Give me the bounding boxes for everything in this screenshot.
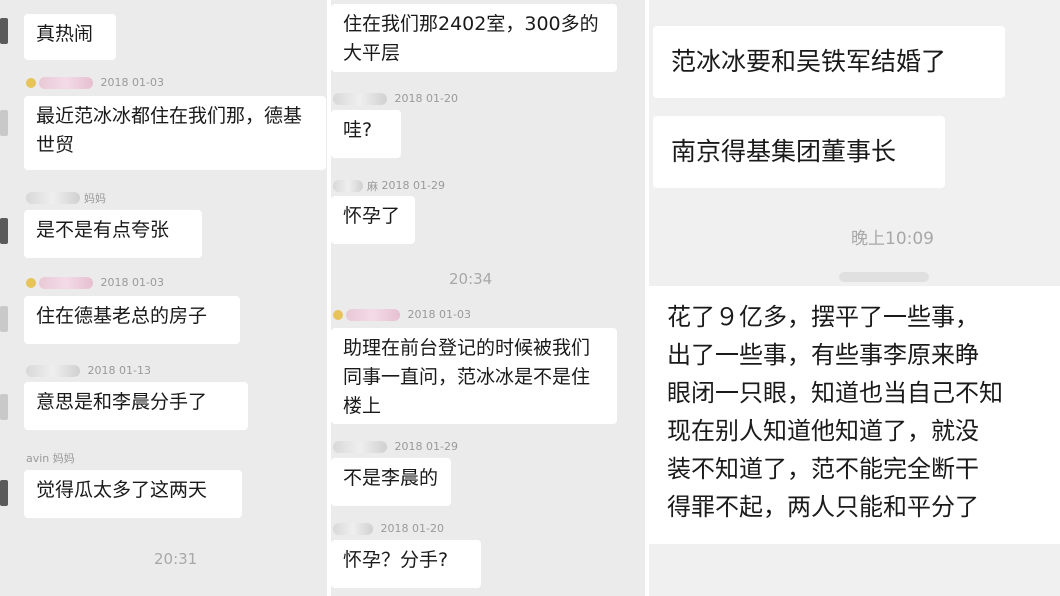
message-text: 住在德基老总的房子 <box>36 305 208 327</box>
sender-meta: 2018 01-03 <box>26 276 164 289</box>
message-text: 南京得基集团董事长 <box>671 137 897 166</box>
chat-panel-right: 范冰冰要和吴铁军结婚了 南京得基集团董事长 晚上10:09 花了９亿多，摆平了一… <box>649 0 1060 596</box>
message-bubble: 是不是有点夸张 <box>24 210 202 258</box>
avatar[interactable] <box>0 306 8 332</box>
message-date: 2018 <box>380 522 409 535</box>
message-date: 2018 <box>100 76 129 89</box>
sender-meta: 妈妈 <box>26 190 106 206</box>
message-date: 01-03 <box>132 276 164 289</box>
message-date: 2018 <box>394 92 423 105</box>
message-bubble: 不是李晨的 <box>331 458 451 506</box>
sender-name: avin 妈妈 <box>26 452 75 465</box>
chat-panel-middle: 住在我们那2402室，300多的大平层 2018 01-20 哇? 麻 2018… <box>331 0 645 596</box>
message-text: 觉得瓜太多了这两天 <box>36 479 208 501</box>
blurred-name <box>26 365 80 377</box>
blurred-name <box>333 523 373 535</box>
avatar[interactable] <box>0 18 8 44</box>
message-date: 2018 <box>381 179 410 192</box>
message-date: 2018 <box>394 440 423 453</box>
message-date: 01-20 <box>412 522 444 535</box>
crown-icon <box>333 310 343 320</box>
sender-meta: 2018 01-20 <box>333 522 444 535</box>
sender-meta: 2018 01-20 <box>333 92 458 105</box>
long-text-message: 花了９亿多，摆平了一些事， 出了一些事，有些事李原来睁 眼闭一只眼，知道也当自己… <box>649 286 1060 544</box>
message-text: 范冰冰要和吴铁军结婚了 <box>671 47 947 76</box>
message-bubble: 怀孕了 <box>331 196 415 244</box>
avatar[interactable] <box>0 480 8 506</box>
text-line: 装不知道了，范不能完全断干 <box>667 455 979 483</box>
sender-meta: 2018 01-29 <box>333 440 458 453</box>
message-text: 是不是有点夸张 <box>36 219 170 241</box>
text-line: 得罪不起，两人只能和平分了 <box>667 493 979 521</box>
sender-meta: 2018 01-03 <box>26 76 164 89</box>
message-date: 01-29 <box>413 179 445 192</box>
text-line: 花了９亿多，摆平了一些事， <box>667 303 979 331</box>
message-bubble: 意思是和李晨分手了 <box>24 382 248 430</box>
message-date: 01-29 <box>426 440 458 453</box>
message-bubble: 住在德基老总的房子 <box>24 296 240 344</box>
message-date: 2018 <box>100 276 129 289</box>
message-text: 真热闹 <box>36 23 94 45</box>
message-text: 不是李晨的 <box>343 467 439 489</box>
message-bubble: 助理在前台登记的时候被我们同事一直问，范冰冰是不是住楼上 <box>331 328 617 424</box>
message-text: 助理在前台登记的时候被我们同事一直问，范冰冰是不是住楼上 <box>343 337 591 417</box>
message-date: 2018 <box>87 364 116 377</box>
sender-meta: avin 妈妈 <box>26 450 75 466</box>
chat-timestamp: 晚上10:09 <box>851 229 934 249</box>
message-bubble: 觉得瓜太多了这两天 <box>24 470 242 518</box>
blurred-name <box>39 277 93 289</box>
blurred-name <box>333 180 363 192</box>
chat-panel-left: 真热闹 2018 01-03 最近范冰冰都住在我们那，德基世贸 妈妈 是不是有点… <box>0 0 327 596</box>
message-bubble: 哇? <box>331 110 401 158</box>
crown-icon <box>26 78 36 88</box>
blurred-name <box>333 93 387 105</box>
message-date: 2018 <box>407 308 436 321</box>
chat-timestamp: 20:34 <box>449 270 493 288</box>
message-text: 怀孕了 <box>343 205 401 227</box>
text-line: 现在别人知道他知道了，就没 <box>667 417 979 445</box>
message-bubble: 怀孕？分手? <box>331 540 481 588</box>
message-bubble: 南京得基集团董事长 <box>653 116 945 188</box>
blurred-name <box>346 309 400 321</box>
message-bubble: 真热闹 <box>24 14 116 60</box>
message-date: 01-20 <box>426 92 458 105</box>
blurred-name <box>26 192 80 204</box>
text-line: 眼闭一只眼，知道也当自己不知 <box>667 379 1003 407</box>
message-bubble: 范冰冰要和吴铁军结婚了 <box>653 26 1005 98</box>
avatar[interactable] <box>0 394 8 420</box>
message-bubble: 住在我们那2402室，300多的大平层 <box>331 4 617 72</box>
avatar[interactable] <box>0 110 8 136</box>
message-date: 01-13 <box>119 364 151 377</box>
sender-name: 麻 <box>367 180 378 193</box>
sender-name: 妈妈 <box>84 192 106 205</box>
sender-meta: 2018 01-13 <box>26 364 151 377</box>
message-text: 怀孕？分手? <box>343 549 449 571</box>
blurred-name <box>39 77 93 89</box>
message-text: 意思是和李晨分手了 <box>36 391 208 413</box>
chat-timestamp: 20:31 <box>154 550 198 568</box>
avatar[interactable] <box>0 218 8 244</box>
message-date: 01-03 <box>439 308 471 321</box>
text-line: 出了一些事，有些事李原来睁 <box>667 341 979 369</box>
message-text: 最近范冰冰都住在我们那，德基世贸 <box>36 105 303 156</box>
message-date: 01-03 <box>132 76 164 89</box>
watermark <box>839 272 929 282</box>
message-bubble: 最近范冰冰都住在我们那，德基世贸 <box>24 96 326 170</box>
sender-meta: 2018 01-03 <box>333 308 471 321</box>
blurred-name <box>333 441 387 453</box>
crown-icon <box>26 278 36 288</box>
sender-meta: 麻 2018 01-29 <box>333 178 445 194</box>
message-text: 住在我们那2402室，300多的大平层 <box>343 13 599 64</box>
message-text: 哇? <box>343 119 373 141</box>
